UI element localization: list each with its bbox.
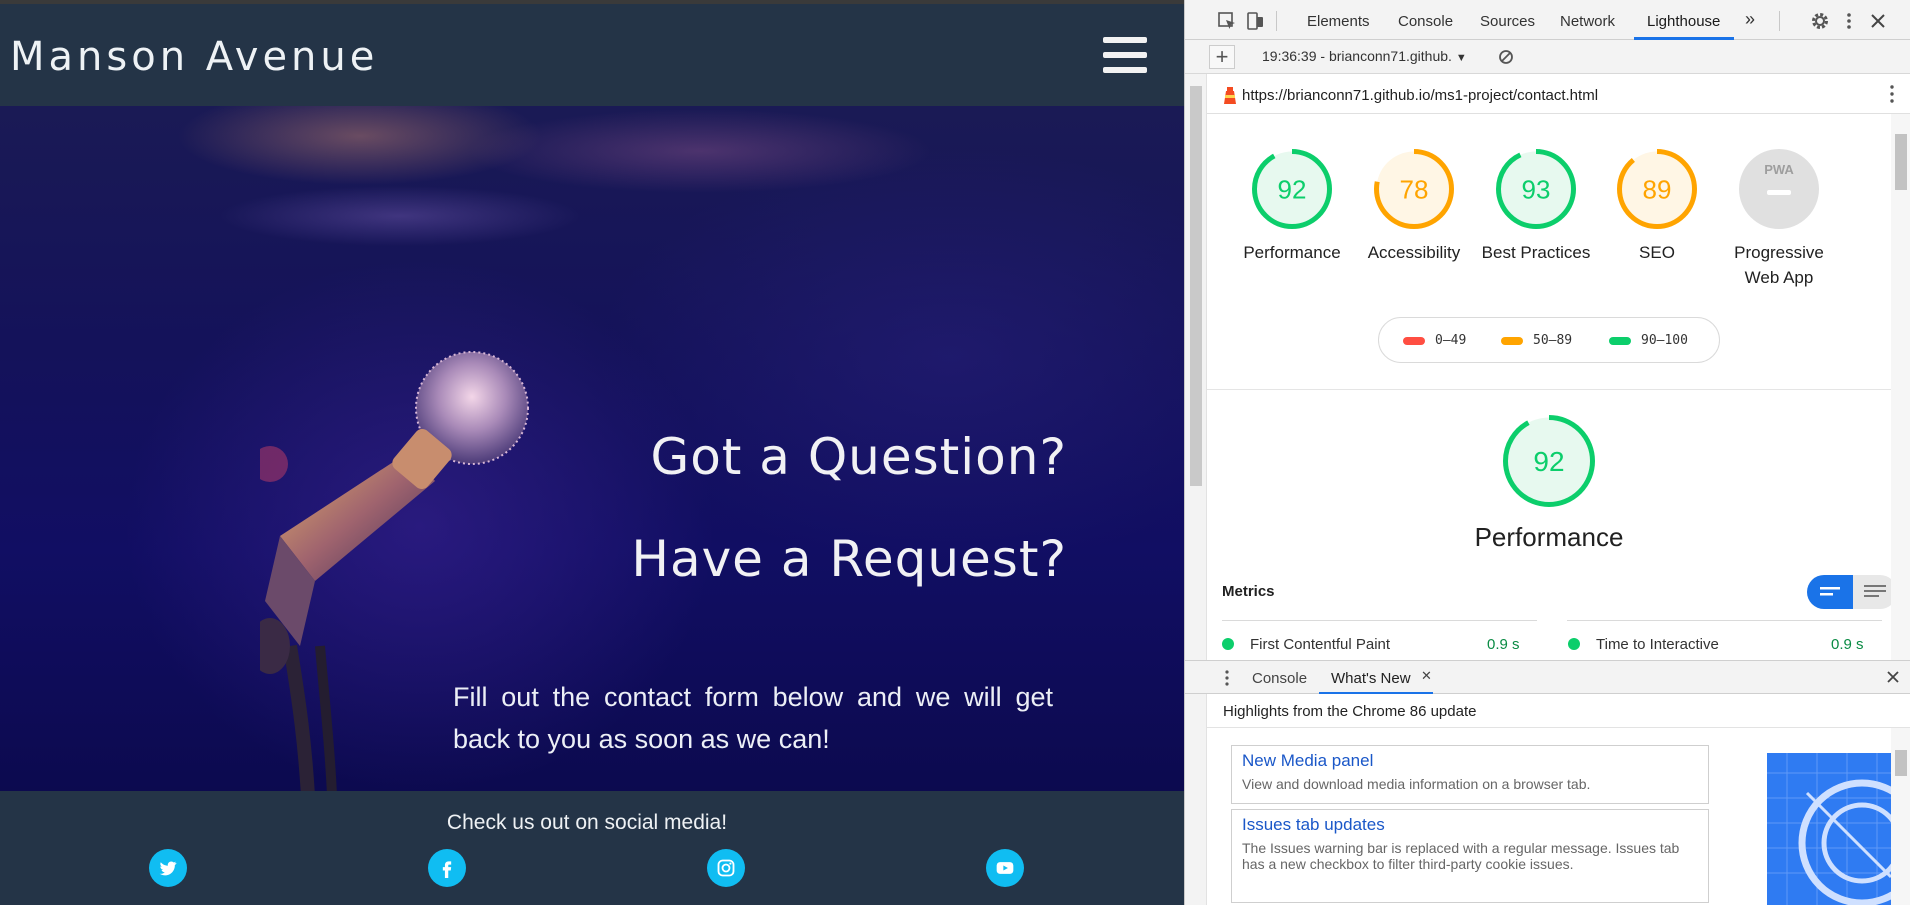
gauge-label: Best Practices [1481,243,1591,262]
close-drawer-icon[interactable] [1885,669,1901,685]
metric-fcp-value: 0.9 s [1487,636,1520,653]
whats-new-header: Highlights from the Chrome 86 update [1207,694,1910,728]
report-menu-kebab-icon[interactable] [1889,84,1895,104]
lighthouse-icon [1224,87,1236,104]
report-selector-label: 19:36:39 - brianconn71.github. [1262,48,1452,64]
tab-elements[interactable]: Elements [1307,13,1370,30]
whats-new-scrollbar[interactable] [1891,728,1910,905]
device-toolbar-icon[interactable] [1245,11,1265,31]
gauge-score: 78 [1400,174,1429,204]
drawer-menu-kebab-icon[interactable] [1224,670,1230,686]
score-legend: 0–49 50–89 90–100 [1378,317,1720,363]
devtools-left-scrollbar[interactable] [1185,74,1207,905]
report-url-bar: https://brianconn71.github.io/ms1-projec… [1207,74,1910,114]
lighthouse-report: 92 Performance 78 Accessibility 93 Best Pract… [1207,114,1891,660]
gauge-label: Performance [1243,243,1341,262]
settings-gear-icon[interactable] [1810,11,1830,31]
gauge-label: SEO [1639,243,1675,262]
metrics-view-toggle[interactable] [1807,575,1891,609]
hero-heading-request: Have a Request? [631,530,1067,588]
svg-text:PWA: PWA [1764,162,1794,177]
metric-tti-value: 0.9 s [1831,636,1864,653]
tab-console[interactable]: Console [1398,13,1453,30]
inspect-element-icon[interactable] [1217,11,1237,31]
whats-new-content: New Media panel View and download media … [1207,728,1891,905]
facebook-icon[interactable] [428,849,466,887]
hamburger-menu-icon[interactable] [1103,37,1149,79]
new-report-plus-icon[interactable]: + [1209,45,1235,69]
lighthouse-report-bar: + 19:36:39 - brianconn71.github. ▼ [1185,40,1910,74]
pwa-badge-icon: PWA [1739,149,1819,229]
drawer-tab-whats-new[interactable]: What's New [1331,670,1411,687]
social-title: Check us out on social media! [446,811,728,834]
performance-section-title: Performance [1474,522,1624,552]
gauge-ring: 92 [1252,149,1332,229]
gauge-ring: 89 [1617,149,1697,229]
hero-paragraph: Fill out the contact form below and we w… [453,682,1053,754]
hero-heading-question: Got a Question? [650,428,1067,486]
close-tab-icon[interactable]: ✕ [1421,668,1432,684]
hero-section: Got a Question? Have a Request? Fill out… [0,106,1184,791]
report-scrollbar[interactable] [1891,114,1910,660]
card-new-media-panel[interactable]: New Media panel View and download media … [1231,745,1709,804]
gauge-score: 92 [1278,174,1307,204]
gauge-ring: 93 [1496,149,1576,229]
devtools-panel: Elements Console Sources Network Lightho… [1184,0,1910,905]
drawer-tab-console[interactable]: Console [1252,670,1307,687]
metric-time-to-interactive: Time to Interactive [1568,636,1719,653]
metric-first-contentful-paint: First Contentful Paint [1222,636,1390,653]
website-viewport: Manson Avenue Got a Question? Have a Req… [0,0,1184,905]
devtools-toolbar: Elements Console Sources Network Lightho… [1185,0,1910,40]
legend-pass: 90–100 [1609,333,1688,348]
gauge-accessibility[interactable]: 78 Accessibility [1354,148,1474,265]
twitter-icon[interactable] [149,849,187,887]
compact-view-icon[interactable] [1807,575,1853,609]
brand-logo-text[interactable]: Manson Avenue [10,34,378,80]
tab-network[interactable]: Network [1560,13,1615,30]
gauge-best-practices[interactable]: 93 Best Practices [1476,148,1596,265]
pass-dot-icon [1222,638,1234,650]
gauge-progressive-web-app[interactable]: PWA Progressive Web App [1719,148,1839,290]
pass-dot-icon [1568,638,1580,650]
gauge-score: 93 [1522,174,1551,204]
whats-new-banner-image[interactable] [1767,753,1891,905]
expanded-view-icon[interactable] [1853,575,1891,609]
gauge-ring: 78 [1374,149,1454,229]
tab-lighthouse[interactable]: Lighthouse [1647,13,1720,30]
gauge-performance[interactable]: 92 Performance [1232,148,1352,265]
gauge-label: Accessibility [1367,243,1461,262]
clear-reports-icon[interactable] [1498,49,1514,65]
drawer-toolbar: Console What's New ✕ [1185,660,1910,695]
site-footer: Check us out on social media! [0,791,1184,905]
tab-sources[interactable]: Sources [1480,13,1535,30]
gauge-score: 89 [1643,174,1672,204]
instagram-icon[interactable] [707,849,745,887]
performance-gauge-ring: 92 [1503,415,1595,507]
performance-big-gauge[interactable]: 92 [1489,414,1609,508]
card-issues-tab-updates[interactable]: Issues tab updates The Issues warning ba… [1231,809,1709,903]
site-header: Manson Avenue [0,4,1184,106]
gauge-label: Progressive Web App [1734,243,1824,287]
close-devtools-icon[interactable] [1868,11,1888,31]
chevron-down-icon: ▼ [1455,52,1467,64]
legend-average: 50–89 [1501,333,1572,348]
more-tabs-chevron-icon[interactable]: » [1745,9,1755,30]
legend-fail: 0–49 [1403,333,1466,348]
customize-kebab-icon[interactable] [1839,11,1859,31]
metrics-heading: Metrics [1222,583,1275,600]
youtube-icon[interactable] [986,849,1024,887]
report-url[interactable]: https://brianconn71.github.io/ms1-projec… [1242,87,1598,104]
gauge-score: 92 [1533,446,1564,477]
gauge-seo[interactable]: 89 SEO [1597,148,1717,265]
report-selector[interactable]: 19:36:39 - brianconn71.github. ▼ [1262,48,1467,64]
